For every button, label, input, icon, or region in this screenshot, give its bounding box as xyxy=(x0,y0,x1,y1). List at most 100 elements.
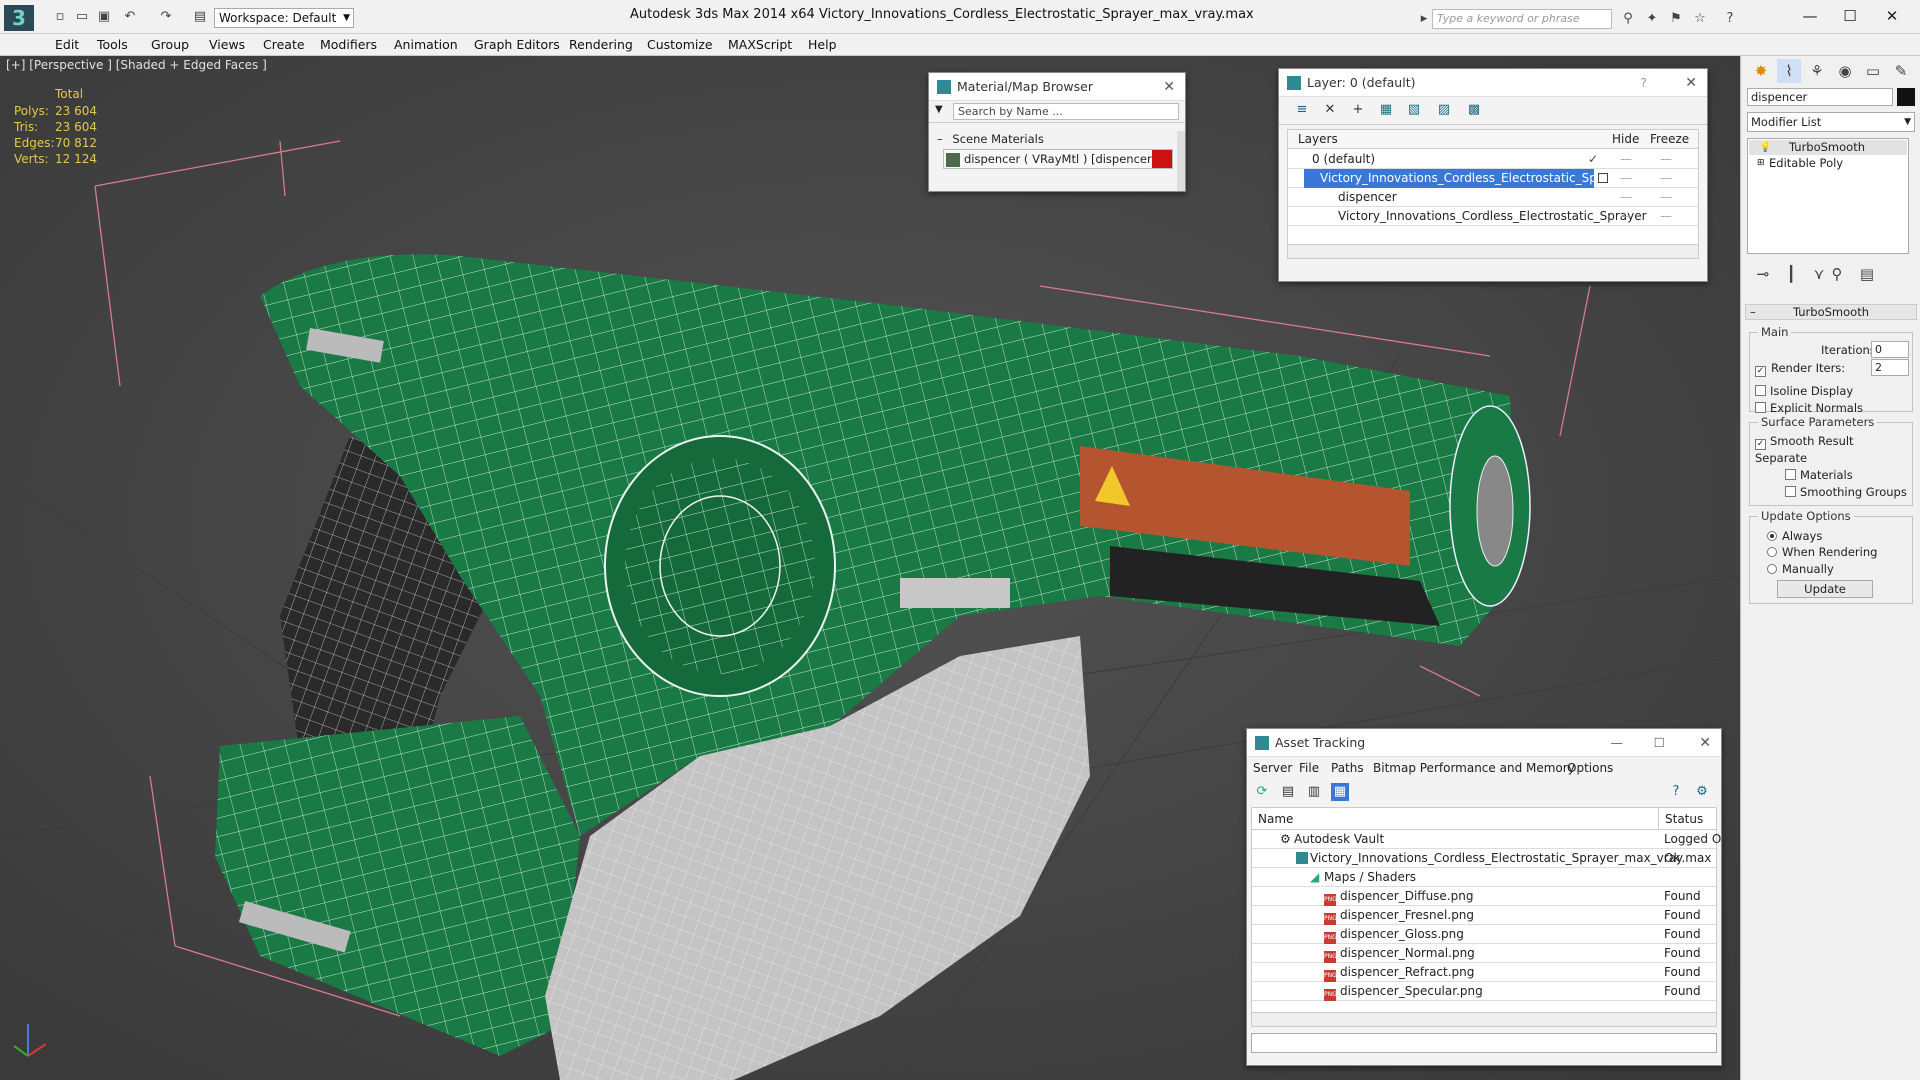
col-layers[interactable]: Layers xyxy=(1298,130,1338,149)
horizontal-scrollbar[interactable] xyxy=(1252,1012,1716,1026)
layer-manager-titlebar[interactable]: Layer: 0 (default) ? ✕ xyxy=(1279,69,1707,97)
highlight-selected-icon[interactable]: ▧ xyxy=(1405,101,1423,119)
hide-toggle[interactable]: — xyxy=(1620,150,1632,169)
communication-icon[interactable]: ⚑ xyxy=(1668,11,1684,27)
maximize-button[interactable]: ☐ xyxy=(1830,5,1870,27)
modify-tab-icon[interactable]: ⌇ xyxy=(1777,59,1801,83)
layer-object-row[interactable]: Victory_Innovations_Cordless_Electrostat… xyxy=(1288,207,1698,226)
asset-row[interactable]: ◢ Maps / Shaders xyxy=(1252,868,1716,887)
pin-icon[interactable]: ⚙ xyxy=(1693,783,1711,801)
binoculars-icon[interactable]: ⚲ xyxy=(1620,11,1636,27)
menu-views[interactable]: Views xyxy=(209,37,245,52)
isoline-checkbox[interactable] xyxy=(1755,385,1766,396)
asset-row[interactable]: PNG dispencer_Gloss.png Found xyxy=(1252,925,1716,944)
asset-row[interactable]: PNG dispencer_Specular.png Found xyxy=(1252,982,1716,1001)
menu-file[interactable]: File xyxy=(1299,757,1319,779)
bulb-icon[interactable]: 💡 xyxy=(1759,140,1771,155)
freeze-all-layers-icon[interactable]: ▩ xyxy=(1465,101,1483,119)
hide-toggle[interactable]: — xyxy=(1620,207,1632,226)
menu-group[interactable]: Group xyxy=(151,37,189,52)
project-folder-icon[interactable]: ▤ xyxy=(192,9,208,25)
undo-icon[interactable]: ↶ xyxy=(122,9,138,25)
configure-modifier-sets-icon[interactable]: ▤ xyxy=(1855,262,1879,286)
menu-server[interactable]: Server xyxy=(1253,757,1292,779)
iterations-spinner[interactable]: 0 xyxy=(1871,341,1909,358)
freeze-toggle[interactable]: — xyxy=(1660,169,1672,188)
asset-row[interactable]: PNG dispencer_Fresnel.png Found xyxy=(1252,906,1716,925)
select-objects-icon[interactable]: ▦ xyxy=(1377,101,1395,119)
delete-layer-icon[interactable]: ✕ xyxy=(1321,101,1339,119)
menu-modifiers[interactable]: Modifiers xyxy=(320,37,377,52)
object-color-swatch[interactable] xyxy=(1897,88,1915,106)
redo-icon[interactable]: ↷ xyxy=(158,9,174,25)
maximize-button[interactable]: ☐ xyxy=(1654,729,1665,757)
create-layer-icon[interactable]: ≡ xyxy=(1293,101,1311,119)
col-freeze[interactable]: Freeze xyxy=(1650,130,1689,149)
open-file-icon[interactable]: ▭ xyxy=(74,9,90,25)
favorites-star-icon[interactable]: ☆ xyxy=(1692,11,1708,27)
subscription-icon[interactable]: ✦ xyxy=(1644,11,1660,27)
table-view-icon[interactable]: ▦ xyxy=(1331,783,1349,801)
stack-item-turbosmooth[interactable]: 💡 TurboSmooth xyxy=(1749,140,1907,155)
motion-tab-icon[interactable]: ◉ xyxy=(1833,59,1857,83)
menu-create[interactable]: Create xyxy=(263,37,305,52)
new-file-icon[interactable]: ▫ xyxy=(52,9,68,25)
menu-graph-editors[interactable]: Graph Editors xyxy=(474,37,560,52)
render-iters-checkbox[interactable]: ✓ xyxy=(1755,366,1766,377)
close-icon[interactable]: ✕ xyxy=(1163,73,1175,101)
material-search-input[interactable]: Search by Name ... xyxy=(953,103,1179,120)
collapse-icon[interactable]: – xyxy=(937,132,943,146)
close-window-button[interactable]: ✕ xyxy=(1872,5,1912,27)
close-icon[interactable]: ✕ xyxy=(1699,729,1711,757)
col-hide[interactable]: Hide xyxy=(1612,130,1639,149)
freeze-toggle[interactable]: — xyxy=(1660,207,1672,226)
asset-tracking-titlebar[interactable]: Asset Tracking — ☐ ✕ xyxy=(1247,729,1721,757)
smoothing-groups-checkbox[interactable] xyxy=(1785,486,1796,497)
scene-materials-section[interactable]: – Scene Materials xyxy=(929,129,1185,149)
layer-row-selected[interactable]: Victory_Innovations_Cordless_Electrostat… xyxy=(1288,169,1698,188)
update-button[interactable]: Update xyxy=(1777,580,1873,598)
close-icon[interactable]: ✕ xyxy=(1685,69,1697,97)
asset-row[interactable]: PNG dispencer_Refract.png Found xyxy=(1252,963,1716,982)
freeze-toggle[interactable]: — xyxy=(1660,188,1672,207)
search-arrow-icon[interactable]: ▸ xyxy=(1416,11,1432,27)
horizontal-scrollbar[interactable] xyxy=(1288,244,1698,258)
menu-maxscript[interactable]: MAXScript xyxy=(728,37,792,52)
asset-row[interactable]: Victory_Innovations_Cordless_Electrostat… xyxy=(1252,849,1716,868)
menu-rendering[interactable]: Rendering xyxy=(569,37,633,52)
checkmark-icon[interactable]: ✓ xyxy=(1588,150,1598,169)
keyword-search-input[interactable]: Type a keyword or phrase xyxy=(1432,9,1612,29)
utilities-tab-icon[interactable]: ✎ xyxy=(1889,59,1913,83)
asset-row[interactable]: PNG dispencer_Diffuse.png Found xyxy=(1252,887,1716,906)
modifier-list-dropdown[interactable]: Modifier List ▼ xyxy=(1747,112,1915,132)
menu-edit[interactable]: Edit xyxy=(55,37,79,52)
material-item[interactable]: dispencer ( VRayMtl ) [dispencer] xyxy=(943,149,1173,169)
freeze-toggle[interactable]: — xyxy=(1660,150,1672,169)
workspace-dropdown[interactable]: Workspace: Default ▼ xyxy=(214,8,354,28)
render-iters-spinner[interactable]: 2 xyxy=(1871,359,1909,376)
current-layer-box[interactable] xyxy=(1598,173,1608,183)
menu-animation[interactable]: Animation xyxy=(394,37,458,52)
help-button[interactable]: ? xyxy=(1640,69,1647,97)
material-browser-titlebar[interactable]: Material/Map Browser ✕ xyxy=(929,73,1185,101)
create-tab-icon[interactable]: ✸ xyxy=(1749,59,1773,83)
display-tab-icon[interactable]: ▭ xyxy=(1861,59,1885,83)
thumbnail-view-icon[interactable]: ▥ xyxy=(1305,783,1323,801)
show-end-result-icon[interactable]: ┃ xyxy=(1779,262,1803,286)
always-radio[interactable] xyxy=(1767,531,1777,541)
help-icon[interactable]: ? xyxy=(1667,783,1685,801)
smooth-result-checkbox[interactable]: ✓ xyxy=(1755,439,1766,450)
minimize-button[interactable]: — xyxy=(1790,5,1830,27)
layer-object-row[interactable]: dispencer — — xyxy=(1288,188,1698,207)
asset-path-field[interactable] xyxy=(1251,1033,1717,1053)
object-name-field[interactable]: dispencer xyxy=(1747,88,1893,106)
turbosmooth-rollout-header[interactable]: – TurboSmooth xyxy=(1745,304,1917,320)
help-icon[interactable]: ? xyxy=(1722,11,1738,27)
filter-chevron-icon[interactable]: ▼ xyxy=(935,104,943,115)
collapse-icon[interactable]: – xyxy=(1750,305,1756,319)
save-file-icon[interactable]: ▣ xyxy=(96,9,112,25)
menu-paths[interactable]: Paths xyxy=(1331,757,1364,779)
refresh-icon[interactable]: ⟳ xyxy=(1253,783,1271,801)
asset-row[interactable]: PNG dispencer_Normal.png Found xyxy=(1252,944,1716,963)
col-name[interactable]: Name xyxy=(1258,808,1293,830)
